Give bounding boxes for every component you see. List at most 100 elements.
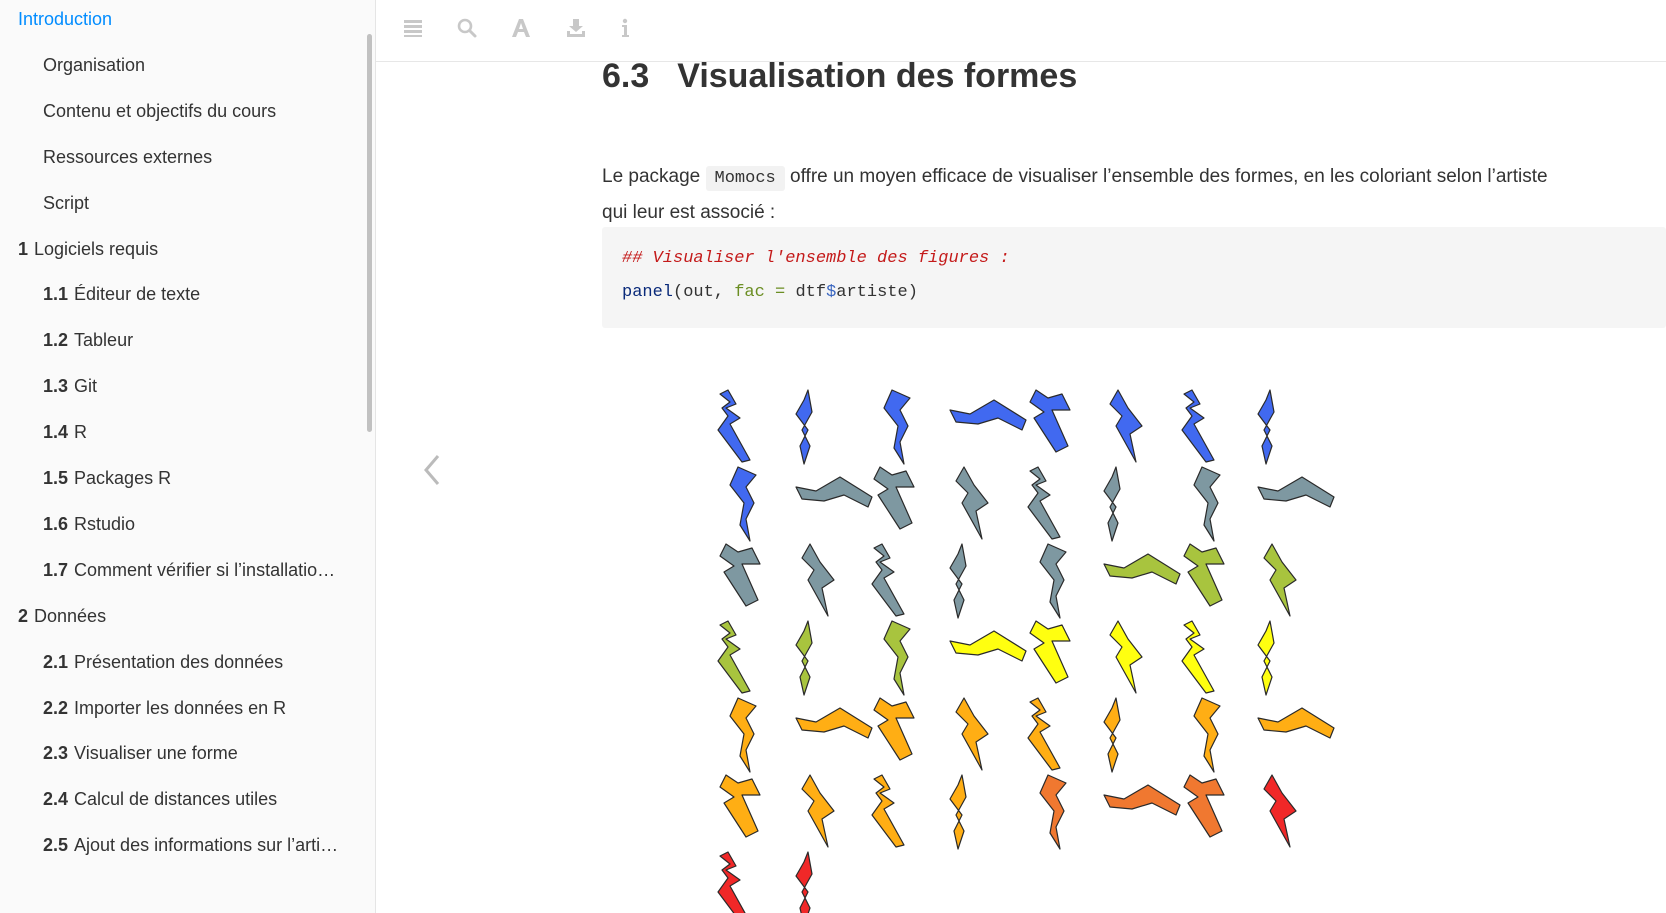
info-icon[interactable]	[614, 17, 636, 39]
outline-shape	[795, 707, 873, 739]
menu-icon[interactable]	[402, 17, 424, 39]
outline-shape	[1029, 389, 1071, 453]
outline-shape	[873, 466, 915, 530]
outline-shape	[1029, 620, 1071, 684]
chevron-left-icon[interactable]	[420, 452, 446, 488]
toc-number: 2.3	[43, 743, 69, 764]
toc-label: Présentation des données	[74, 651, 284, 672]
toc-item[interactable]: Ressources externes	[0, 142, 343, 172]
shapes-panel-figure	[717, 389, 1335, 913]
outline-shape	[949, 543, 967, 619]
outline-shape	[1109, 620, 1143, 694]
outline-shape	[795, 476, 873, 508]
outline-shape	[949, 774, 967, 850]
toc-item[interactable]: 2.1 Présentation des données	[0, 647, 343, 677]
outline-shape	[883, 620, 911, 696]
toc-item[interactable]: 2.5 Ajout des informations sur l’arti…	[0, 830, 343, 860]
search-icon[interactable]	[456, 17, 478, 39]
outline-shape	[955, 697, 989, 771]
code-close: )	[907, 283, 918, 302]
outline-shape	[717, 389, 751, 463]
toolbar	[376, 0, 1666, 62]
toc-label: Importer les données en R	[74, 697, 287, 718]
toc-item[interactable]: 1.6 Rstudio	[0, 509, 343, 539]
outline-shape	[1257, 389, 1275, 465]
toc-number: 1.7	[43, 559, 69, 580]
outline-shape	[949, 399, 1027, 431]
code-comment: ## Visualiser l'ensemble des figures :	[622, 249, 1010, 268]
toc-label: Visualiser une forme	[74, 743, 238, 764]
toc-label: Rstudio	[74, 513, 136, 534]
toc-item[interactable]: 1.1 Éditeur de texte	[0, 279, 343, 309]
outline-shape	[1183, 774, 1225, 838]
outline-shape	[1183, 543, 1225, 607]
outline-shape	[1103, 553, 1181, 585]
toc-item[interactable]: Organisation	[0, 50, 343, 80]
toc-label: Contenu et objectifs du cours	[43, 100, 277, 121]
section-title: Visualisation des formes	[677, 61, 1078, 95]
outline-shape	[1109, 389, 1143, 463]
outline-shape	[1193, 466, 1221, 542]
outline-shape	[729, 697, 757, 773]
toc-number: 2.2	[43, 697, 69, 718]
outline-shape	[1027, 466, 1061, 540]
toc-item[interactable]: Introduction	[0, 4, 358, 34]
toc-item[interactable]: Contenu et objectifs du cours	[0, 96, 343, 126]
toc-label: Éditeur de texte	[74, 284, 201, 305]
download-icon[interactable]	[565, 17, 587, 39]
toc-label: Introduction	[18, 9, 113, 29]
outline-shape	[795, 851, 813, 913]
toc-item[interactable]: 2 Données	[0, 601, 358, 631]
outline-shape	[795, 389, 813, 465]
code-function: panel	[622, 283, 674, 302]
section-number: 6.3	[602, 61, 650, 95]
toc-label: Ajout des informations sur l’arti…	[74, 835, 339, 856]
toc-number: 1.4	[43, 422, 69, 443]
toc-number: 1.5	[43, 468, 69, 488]
toc-label: Script	[43, 192, 90, 213]
outline-shape	[801, 543, 835, 617]
toc-label: Logiciels requis	[34, 238, 159, 259]
outline-shape	[871, 774, 905, 848]
outline-shape	[717, 620, 751, 694]
toc-label: Packages R	[74, 468, 172, 488]
toc-label: Organisation	[43, 54, 146, 75]
para-text-before: Le package	[602, 166, 701, 187]
toc-number: 1.3	[43, 376, 69, 397]
code-dollar: $	[826, 283, 837, 302]
section-heading: 6.3 Visualisation des formes	[602, 61, 1077, 96]
outline-shape	[1039, 543, 1067, 619]
outline-shape	[1193, 697, 1221, 773]
font-icon[interactable]	[510, 17, 532, 39]
code-line: panel(out, fac = dtf$artiste)	[622, 283, 918, 302]
toc-item[interactable]: 1.7 Comment vérifier si l’installatio…	[0, 555, 343, 585]
toc-label: Comment vérifier si l’installatio…	[74, 559, 336, 580]
toc-item[interactable]: 2.4 Calcul de distances utiles	[0, 784, 343, 814]
code-block: ## Visualiser l'ensemble des figures : p…	[602, 227, 1666, 328]
outline-shape	[1181, 620, 1215, 694]
outline-shape	[1263, 774, 1297, 848]
toc-item[interactable]: 1.4 R	[0, 417, 343, 447]
outline-shape	[1257, 476, 1335, 508]
outline-shape	[873, 697, 915, 761]
toc-item[interactable]: 1 Logiciels requis	[0, 234, 358, 264]
toc-item[interactable]: 1.5 Packages R	[0, 463, 343, 493]
outline-shape	[871, 543, 905, 617]
code-arg: fac	[734, 283, 765, 302]
toc-item[interactable]: 1.3 Git	[0, 371, 343, 401]
outline-shape	[883, 389, 911, 465]
toc-label: Ressources externes	[43, 146, 213, 167]
toc-label: Git	[74, 376, 98, 397]
toc-item[interactable]: 2.2 Importer les données en R	[0, 693, 343, 723]
toc-item[interactable]: 1.2 Tableur	[0, 325, 343, 355]
sidebar-scrollbar[interactable]	[367, 34, 372, 432]
toc-label: Tableur	[74, 330, 134, 351]
toc-number: 2	[18, 605, 29, 626]
toc-item[interactable]: 2.3 Visualiser une forme	[0, 738, 343, 768]
outline-shape	[795, 620, 813, 696]
toc-number: 2.4	[43, 789, 69, 810]
toc-item[interactable]: Script	[0, 188, 343, 218]
toc-number: 1	[18, 238, 29, 259]
code-obj: dtf	[795, 283, 827, 302]
outline-shape	[1027, 697, 1061, 771]
